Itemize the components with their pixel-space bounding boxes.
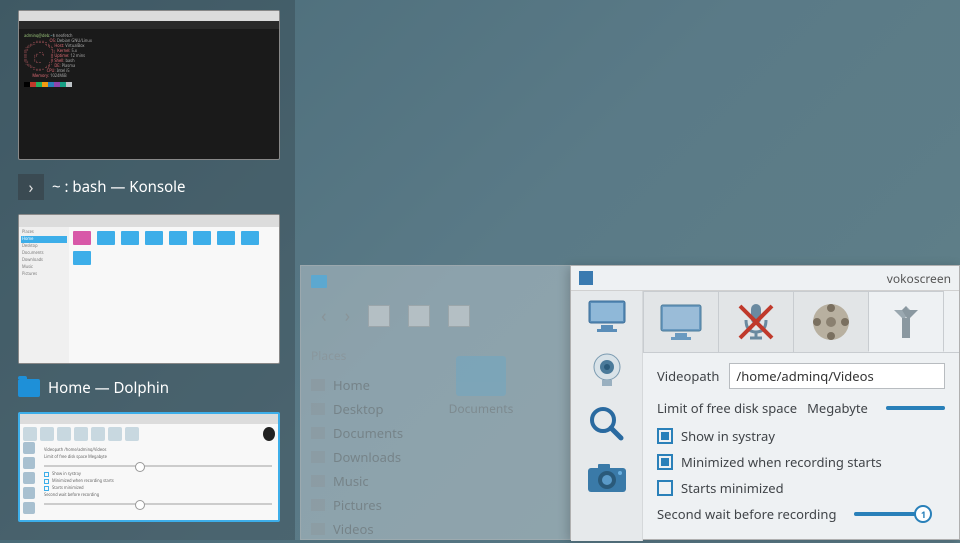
place-pictures[interactable]: Pictures (311, 493, 411, 517)
home-icon (311, 379, 325, 391)
starts-min-label: Starts minimized (681, 479, 784, 497)
task-title: Home — Dolphin (48, 378, 169, 398)
tab-audio[interactable] (718, 291, 794, 352)
disk-space-label: Limit of free disk space (657, 399, 797, 417)
videos-icon (311, 523, 325, 535)
back-icon[interactable]: ‹ (321, 304, 327, 328)
downloads-icon (311, 451, 325, 463)
pictures-icon (311, 499, 325, 511)
vokoscreen-sidebar (571, 291, 643, 541)
task-label-dolphin[interactable]: Home — Dolphin (8, 374, 287, 402)
second-wait-row: Second wait before recording 1 (657, 505, 945, 523)
task-item-dolphin[interactable]: Places Home Desktop Documents Downloads … (8, 214, 287, 402)
view-compact-button[interactable] (408, 305, 430, 327)
videopath-row: Videopath (657, 363, 945, 389)
forward-icon[interactable]: › (345, 304, 351, 328)
systray-checkbox-row[interactable]: Show in systray (657, 427, 945, 445)
monitor-icon[interactable] (584, 297, 630, 335)
chevron-right-icon: › (18, 174, 44, 200)
minimized-rec-label: Minimized when recording starts (681, 453, 882, 471)
place-downloads[interactable]: Downloads (311, 445, 411, 469)
task-item-konsole[interactable]: adminq@deb:~$ neofetch ⠀⠀⠀⣀⣤⣤⣤⣀ OS: Debi… (8, 10, 287, 204)
minimized-rec-checkbox-row[interactable]: Minimized when recording starts (657, 453, 945, 471)
desktop-icon (311, 403, 325, 415)
window-title: vokoscreen (887, 270, 951, 287)
places-panel: Places Home Desktop Documents Downloads … (301, 336, 421, 536)
folder-icon (18, 379, 40, 397)
thumbnail-vokoscreen[interactable]: Videopath /home/adminq/Videos Limit of f… (18, 412, 280, 522)
tab-video[interactable] (793, 291, 869, 352)
checkbox-minimized-rec[interactable] (657, 454, 673, 470)
systray-label: Show in systray (681, 427, 775, 445)
webcam-icon[interactable] (584, 351, 630, 389)
place-desktop[interactable]: Desktop (311, 397, 411, 421)
starts-min-checkbox-row[interactable]: Starts minimized (657, 479, 945, 497)
task-item-vokoscreen[interactable]: Videopath /home/adminq/Videos Limit of f… (8, 412, 287, 522)
slider-handle[interactable]: 1 (914, 505, 932, 523)
task-label-konsole[interactable]: › ~ : bash — Konsole (8, 170, 287, 204)
videopath-label: Videopath (657, 367, 719, 385)
tab-screen[interactable] (643, 291, 719, 352)
disk-space-slider[interactable] (886, 406, 945, 410)
place-documents[interactable]: Documents (311, 421, 411, 445)
folder-icon (456, 356, 506, 396)
vokoscreen-titlebar[interactable]: vokoscreen (571, 266, 959, 291)
checkbox-starts-minimized[interactable] (657, 480, 673, 496)
place-home[interactable]: Home (311, 373, 411, 397)
folder-item[interactable]: Documents (441, 356, 521, 417)
videopath-input[interactable] (729, 363, 945, 389)
vokoscreen-window: vokoscreen (570, 265, 960, 540)
checkbox-systray[interactable] (657, 428, 673, 444)
magnifier-icon[interactable] (584, 405, 630, 443)
place-videos[interactable]: Videos (311, 517, 411, 541)
tab-settings[interactable] (868, 291, 944, 352)
camera-icon[interactable] (584, 459, 630, 497)
thumbnail-dolphin[interactable]: Places Home Desktop Documents Downloads … (18, 214, 280, 364)
places-header: Places (311, 344, 411, 367)
second-wait-label: Second wait before recording (657, 505, 836, 523)
disk-space-row: Limit of free disk space Megabyte (657, 399, 945, 417)
task-title: ~ : bash — Konsole (52, 177, 186, 197)
place-music[interactable]: Music (311, 469, 411, 493)
task-switcher-panel: adminq@deb:~$ neofetch ⠀⠀⠀⣀⣤⣤⣤⣀ OS: Debi… (0, 0, 295, 540)
view-details-button[interactable] (448, 305, 470, 327)
thumbnail-konsole[interactable]: adminq@deb:~$ neofetch ⠀⠀⠀⣀⣤⣤⣤⣀ OS: Debi… (18, 10, 280, 160)
vokoscreen-app-icon (579, 271, 593, 285)
vokoscreen-tabs (643, 291, 959, 353)
music-icon (311, 475, 325, 487)
documents-icon (311, 427, 325, 439)
settings-panel: Videopath Limit of free disk space Megab… (643, 353, 959, 543)
disk-space-unit: Megabyte (807, 399, 868, 417)
view-icons-button[interactable] (368, 305, 390, 327)
folder-icon (311, 275, 327, 288)
second-wait-slider[interactable]: 1 (854, 512, 924, 516)
